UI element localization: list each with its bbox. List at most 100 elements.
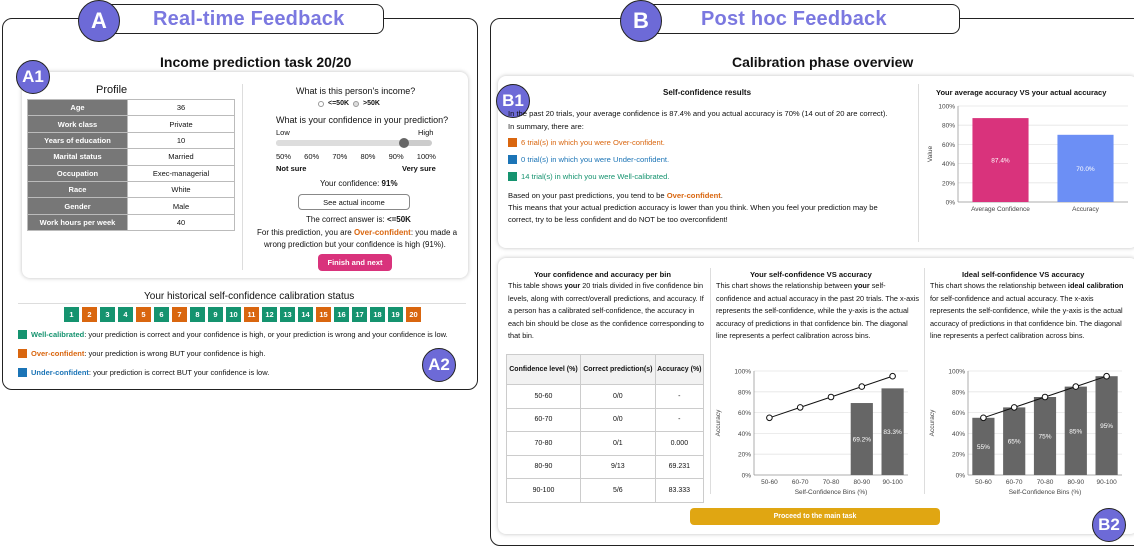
- slider-thumb[interactable]: [398, 138, 409, 148]
- legend-desc: : your prediction is correct and your co…: [84, 330, 448, 339]
- x-tick-label: 70-80: [1037, 479, 1054, 486]
- y-axis-label: Accuracy: [715, 409, 722, 436]
- x-tick-label: 90-100: [882, 479, 903, 486]
- tendency-prefix: Based on your past predictions, you tend…: [508, 191, 665, 200]
- bar-value-label: 70.0%: [1076, 166, 1095, 173]
- option-le50k-radio[interactable]: [318, 100, 324, 107]
- bins-cell: 0/0: [579, 384, 656, 409]
- slider-tick: 70%: [332, 152, 348, 161]
- x-tick-label: 90-100: [1096, 479, 1117, 486]
- trial-badge: 11: [244, 307, 259, 322]
- slider-high-label: High: [418, 128, 434, 137]
- legend-desc: : your prediction is correct BUT your co…: [88, 368, 270, 377]
- option-gt50k-radio[interactable]: [353, 100, 360, 107]
- profile-key: Years of education: [27, 131, 128, 150]
- bins-cell: -: [654, 407, 705, 432]
- profile-value: White: [127, 180, 235, 199]
- bins-title: Your confidence and accuracy per bin: [534, 270, 672, 279]
- y-tick-label: 0%: [742, 473, 752, 480]
- profile-value: 10: [127, 131, 235, 150]
- trial-badge: 10: [226, 307, 241, 322]
- bins-cell: 69.231: [654, 454, 705, 479]
- bins-row: 50-60 0/0-: [506, 384, 705, 409]
- trial-badge: 2: [82, 307, 97, 322]
- well-count-row: 14 trial(s) in which you were Well-calib…: [508, 172, 669, 181]
- well-count: 14 trial(s) in which you were Well-calib…: [521, 172, 670, 181]
- trial-badge: 6: [154, 307, 169, 322]
- profile-row: Race White: [27, 180, 235, 199]
- bar-value-label: 69.2%: [853, 437, 872, 444]
- y-tick-label: 20%: [738, 452, 751, 459]
- legend-row: Over-confident: your prediction is wrong…: [18, 349, 266, 358]
- trial-badge: 1: [64, 307, 79, 322]
- ideal-calibration-chart: 0% 20% 40% 60% 80% 100% 50-60 55% 60-70 65% 70-80 7…: [929, 369, 1122, 496]
- x-tick-label: 70-80: [823, 479, 840, 486]
- diagonal-point: [980, 414, 987, 422]
- profile-key: Work class: [27, 115, 128, 133]
- x-axis-label: Self-Confidence Bins (%): [795, 489, 868, 496]
- x-axis-label: Self-Confidence Bins (%): [1009, 489, 1082, 496]
- legend-square: [18, 330, 27, 339]
- legend-text: Over-confident: your prediction is wrong…: [31, 349, 266, 358]
- profile-row: Age 36: [27, 98, 235, 117]
- self-chart-title: Your self-confidence VS accuracy: [750, 270, 872, 279]
- proceed-button[interactable]: Proceed to the main task: [690, 508, 940, 525]
- bins-table: Confidence level (%) Correct prediction(s…: [506, 354, 705, 503]
- section-a-label: Real-time Feedback: [153, 8, 345, 30]
- ideal-text-2: for self-confidence and actual accuracy.…: [930, 293, 1123, 341]
- bins-row: 80-90 9/13 69.231: [506, 454, 705, 479]
- accuracy-chart-title: Your average accuracy VS your actual acc…: [936, 88, 1107, 97]
- bar-value-label: 95%: [1100, 423, 1113, 430]
- bins-cell: 5/6: [579, 478, 656, 503]
- tendency-status: Over-confident: [666, 191, 721, 200]
- legend-square: [18, 368, 27, 377]
- very-sure-label: Very sure: [402, 164, 436, 173]
- legend-text: Well-calibrated: your prediction is corr…: [31, 330, 448, 339]
- y-tick-label: 100%: [938, 104, 955, 111]
- profile-row: Marital status Married: [27, 148, 235, 166]
- tendency-line: Based on your past predictions, you tend…: [508, 191, 723, 200]
- over-square: [508, 138, 517, 147]
- legend-label: Under-confident: [31, 368, 89, 377]
- slider-low-label: Low: [276, 128, 290, 137]
- profile-value: Male: [127, 197, 235, 215]
- diagonal-point: [766, 414, 773, 422]
- not-sure-label: Not sure: [276, 164, 307, 173]
- answer-value: <=50K: [386, 215, 411, 224]
- bins-cell: 90-100: [506, 478, 581, 503]
- self-calibration-chart: 0% 20% 40% 60% 80% 100% 50-60 60-70 70-80 80-90 69…: [715, 369, 908, 496]
- legend-label: Well-calibrated: [31, 330, 85, 339]
- x-tick-label: 50-60: [761, 479, 778, 486]
- diagonal-point: [1072, 383, 1080, 390]
- legend-label: Over-confident: [31, 349, 85, 358]
- finish-and-next-button[interactable]: Finish and next: [318, 254, 392, 271]
- profile-key: Occupation: [27, 164, 128, 182]
- bins-row: 60-70 0/0-: [506, 407, 705, 432]
- bar-value-label: 85%: [1069, 428, 1082, 435]
- profile-title: Profile: [96, 84, 128, 96]
- self-confidence-title: Self-confidence results: [663, 88, 752, 97]
- slider-ticks: 50% 60% 70% 80% 90% 100%: [276, 152, 436, 161]
- profile-row: Years of education 10: [27, 131, 235, 150]
- see-actual-income-button[interactable]: See actual income: [298, 194, 410, 210]
- diagonal-point: [889, 372, 896, 380]
- y-tick-label: 20%: [952, 452, 965, 459]
- diagonal-point: [1041, 393, 1049, 401]
- bins-cell: 0.000: [654, 431, 705, 456]
- y-tick-label: 40%: [738, 431, 751, 438]
- bar-value-label: 75%: [1038, 434, 1051, 441]
- y-tick-label: 80%: [738, 389, 751, 396]
- ideal-text-1: This chart shows the relationship betwee…: [930, 281, 1066, 290]
- b1-divider: [918, 84, 919, 242]
- trial-badge: 16: [334, 307, 349, 322]
- bins-cell: -: [654, 384, 705, 409]
- bins-cell: 80-90: [506, 454, 581, 479]
- x-tick-label: 60-70: [1006, 479, 1023, 486]
- y-axis-label: Accuracy: [929, 409, 936, 436]
- bar-value-label: 65%: [1008, 439, 1021, 446]
- x-tick-label: 50-60: [975, 479, 992, 486]
- overview-title: Calibration phase overview: [732, 54, 914, 70]
- trial-badge: 3: [100, 307, 115, 322]
- slider-tick: 100%: [416, 152, 436, 161]
- diagonal-point: [827, 393, 835, 401]
